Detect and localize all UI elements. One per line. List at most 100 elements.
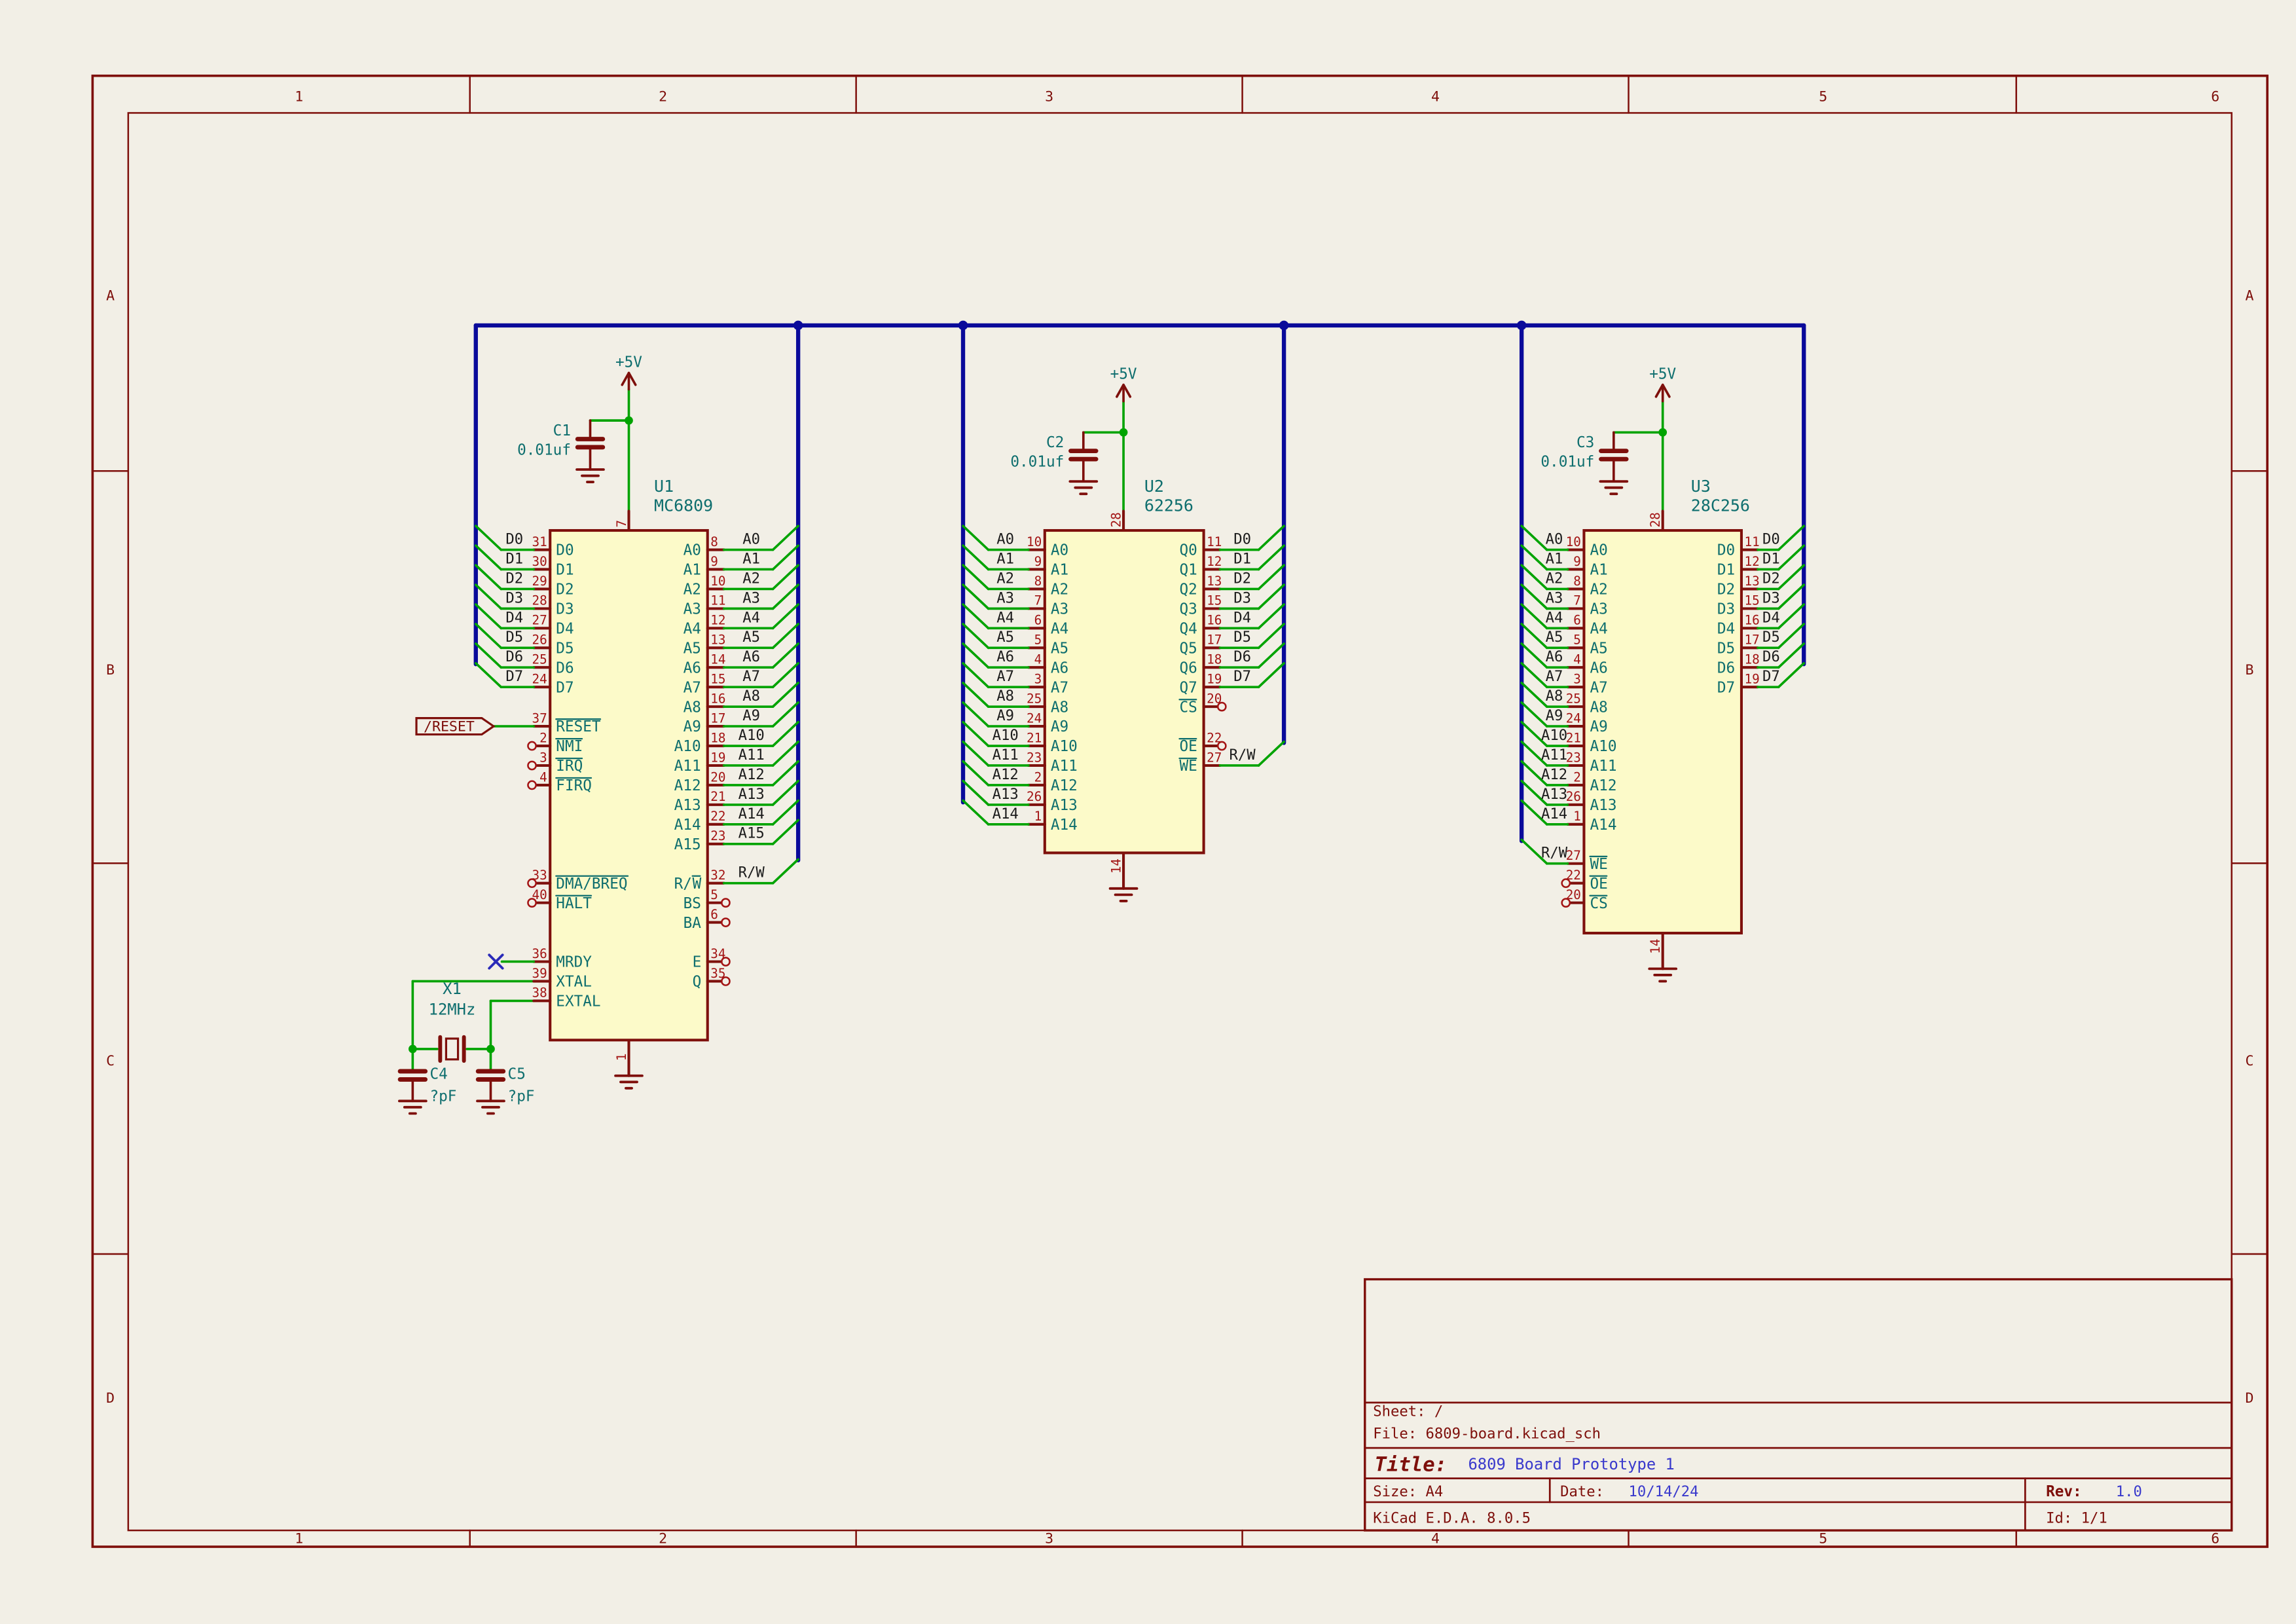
pin-number[interactable]: 17 <box>1207 633 1222 648</box>
pin-number[interactable]: 20 <box>1566 887 1581 902</box>
pin-number[interactable]: 16 <box>1207 613 1222 628</box>
crystal-ref[interactable]: X1 <box>443 980 462 998</box>
net-label[interactable]: A12 <box>738 766 765 783</box>
pin-number[interactable]: 3 <box>1034 672 1042 687</box>
pin-number[interactable]: 8 <box>1034 574 1042 589</box>
net-label[interactable]: D3 <box>1233 589 1251 606</box>
net-label[interactable]: D2 <box>1762 570 1780 587</box>
pin-number[interactable]: 4 <box>539 769 547 784</box>
pin-number[interactable]: 40 <box>532 887 547 902</box>
pin-number[interactable]: 12 <box>1207 554 1222 569</box>
net-label[interactable]: A13 <box>993 786 1019 803</box>
net-label[interactable]: R/W <box>1541 845 1568 862</box>
net-label[interactable]: A11 <box>993 747 1019 764</box>
net-label[interactable]: A5 <box>742 629 760 646</box>
net-label[interactable]: D6 <box>1233 648 1251 665</box>
net-label[interactable]: D0 <box>1233 530 1251 547</box>
pin-number[interactable]: 8 <box>1573 574 1581 589</box>
net-label[interactable]: D2 <box>505 570 523 587</box>
net-label[interactable]: A5 <box>996 629 1014 646</box>
net-label[interactable]: A12 <box>993 766 1019 783</box>
pin-number[interactable]: 34 <box>710 946 725 961</box>
pin-number[interactable]: 22 <box>710 809 725 824</box>
net-label[interactable]: A5 <box>1546 629 1563 646</box>
cap-ref[interactable]: C1 <box>553 422 571 439</box>
net-label[interactable]: D2 <box>1233 570 1251 587</box>
pin-number[interactable]: 18 <box>1744 652 1759 667</box>
net-label[interactable]: A11 <box>1541 747 1567 764</box>
pin-number[interactable]: 29 <box>532 574 547 589</box>
net-label[interactable]: D4 <box>1762 609 1780 626</box>
pin-number[interactable]: 9 <box>1034 554 1042 569</box>
crystal-value[interactable]: 12MHz <box>429 1001 476 1019</box>
pin-number[interactable]: 11 <box>710 593 725 608</box>
pin-number[interactable]: 16 <box>710 691 725 706</box>
pin-number[interactable]: 31 <box>532 534 547 549</box>
pin-number[interactable]: 14 <box>1648 938 1663 953</box>
pin-number[interactable]: 17 <box>710 710 725 726</box>
pin-number[interactable]: 5 <box>1034 633 1042 648</box>
net-label[interactable]: A4 <box>996 609 1014 626</box>
net-label[interactable]: D1 <box>1233 550 1251 567</box>
pin-number[interactable]: 5 <box>1573 633 1581 648</box>
net-label[interactable]: A11 <box>738 747 765 764</box>
net-label[interactable]: A6 <box>1546 648 1563 665</box>
pin-number[interactable]: 23 <box>1566 750 1581 765</box>
pin-number[interactable]: 27 <box>1566 848 1581 863</box>
pin-number[interactable]: 33 <box>532 868 547 883</box>
pin-number[interactable]: 24 <box>532 672 547 687</box>
pin-number[interactable]: 1 <box>1034 809 1042 824</box>
pin-number[interactable]: 24 <box>1566 710 1581 726</box>
net-label[interactable]: D3 <box>505 589 523 606</box>
pin-number[interactable]: 19 <box>1207 672 1222 687</box>
net-label[interactable]: A10 <box>1541 727 1567 744</box>
net-label[interactable]: A2 <box>1546 570 1563 587</box>
pin-number[interactable]: 8 <box>710 534 718 549</box>
net-label[interactable]: A9 <box>1546 707 1563 724</box>
pin-number[interactable]: 17 <box>1744 633 1759 648</box>
pin-number[interactable]: 24 <box>1027 710 1042 726</box>
pin-number[interactable]: 14 <box>710 652 725 667</box>
pin-number[interactable]: 18 <box>710 730 725 745</box>
pin-number[interactable]: 20 <box>1207 691 1222 706</box>
cap-ref[interactable]: C5 <box>508 1065 526 1082</box>
net-label[interactable]: A3 <box>996 589 1014 606</box>
cap-ref[interactable]: C2 <box>1046 434 1064 451</box>
net-label[interactable]: R/W <box>738 864 765 881</box>
net-label[interactable]: D4 <box>1233 609 1251 626</box>
net-label[interactable]: D6 <box>1762 648 1780 665</box>
net-label[interactable]: A2 <box>742 570 760 587</box>
net-label[interactable]: A13 <box>1541 786 1567 803</box>
pin-number[interactable]: 21 <box>1566 730 1581 745</box>
pin-number[interactable]: 27 <box>1207 750 1222 765</box>
pin-number[interactable]: 30 <box>532 554 547 569</box>
pin-number[interactable]: 12 <box>1744 554 1759 569</box>
net-label[interactable]: A8 <box>996 688 1014 705</box>
pin-number[interactable]: 9 <box>1573 554 1581 569</box>
pin-number[interactable]: 19 <box>710 750 725 765</box>
pin-number[interactable]: 10 <box>1027 534 1042 549</box>
net-label[interactable]: A9 <box>996 707 1014 724</box>
pin-number[interactable]: 6 <box>1034 613 1042 628</box>
pin-number[interactable]: 27 <box>532 613 547 628</box>
ic-value[interactable]: 62256 <box>1144 496 1194 515</box>
pin-number[interactable]: 3 <box>539 750 547 765</box>
net-label[interactable]: A4 <box>1546 609 1563 626</box>
net-label[interactable]: D4 <box>505 609 523 626</box>
net-label[interactable]: D7 <box>505 668 523 685</box>
pin-number[interactable]: 25 <box>1027 691 1042 706</box>
pin-number[interactable]: 36 <box>532 946 547 961</box>
pin-number[interactable]: 35 <box>710 966 725 981</box>
ic-ref[interactable]: U1 <box>654 477 674 496</box>
pin-number[interactable]: 4 <box>1573 652 1581 667</box>
pin-number[interactable]: 14 <box>1109 858 1124 874</box>
pin-number[interactable]: 18 <box>1207 652 1222 667</box>
pin-number[interactable]: 13 <box>710 633 725 648</box>
cap-ref[interactable]: C3 <box>1576 434 1594 451</box>
net-label[interactable]: A9 <box>742 707 760 724</box>
net-label[interactable]: A0 <box>996 530 1014 547</box>
ic-value[interactable]: 28C256 <box>1691 496 1750 515</box>
pin-number[interactable]: 28 <box>1648 512 1663 527</box>
pin-number[interactable]: 10 <box>1566 534 1581 549</box>
pin-number[interactable]: 7 <box>1034 593 1042 608</box>
